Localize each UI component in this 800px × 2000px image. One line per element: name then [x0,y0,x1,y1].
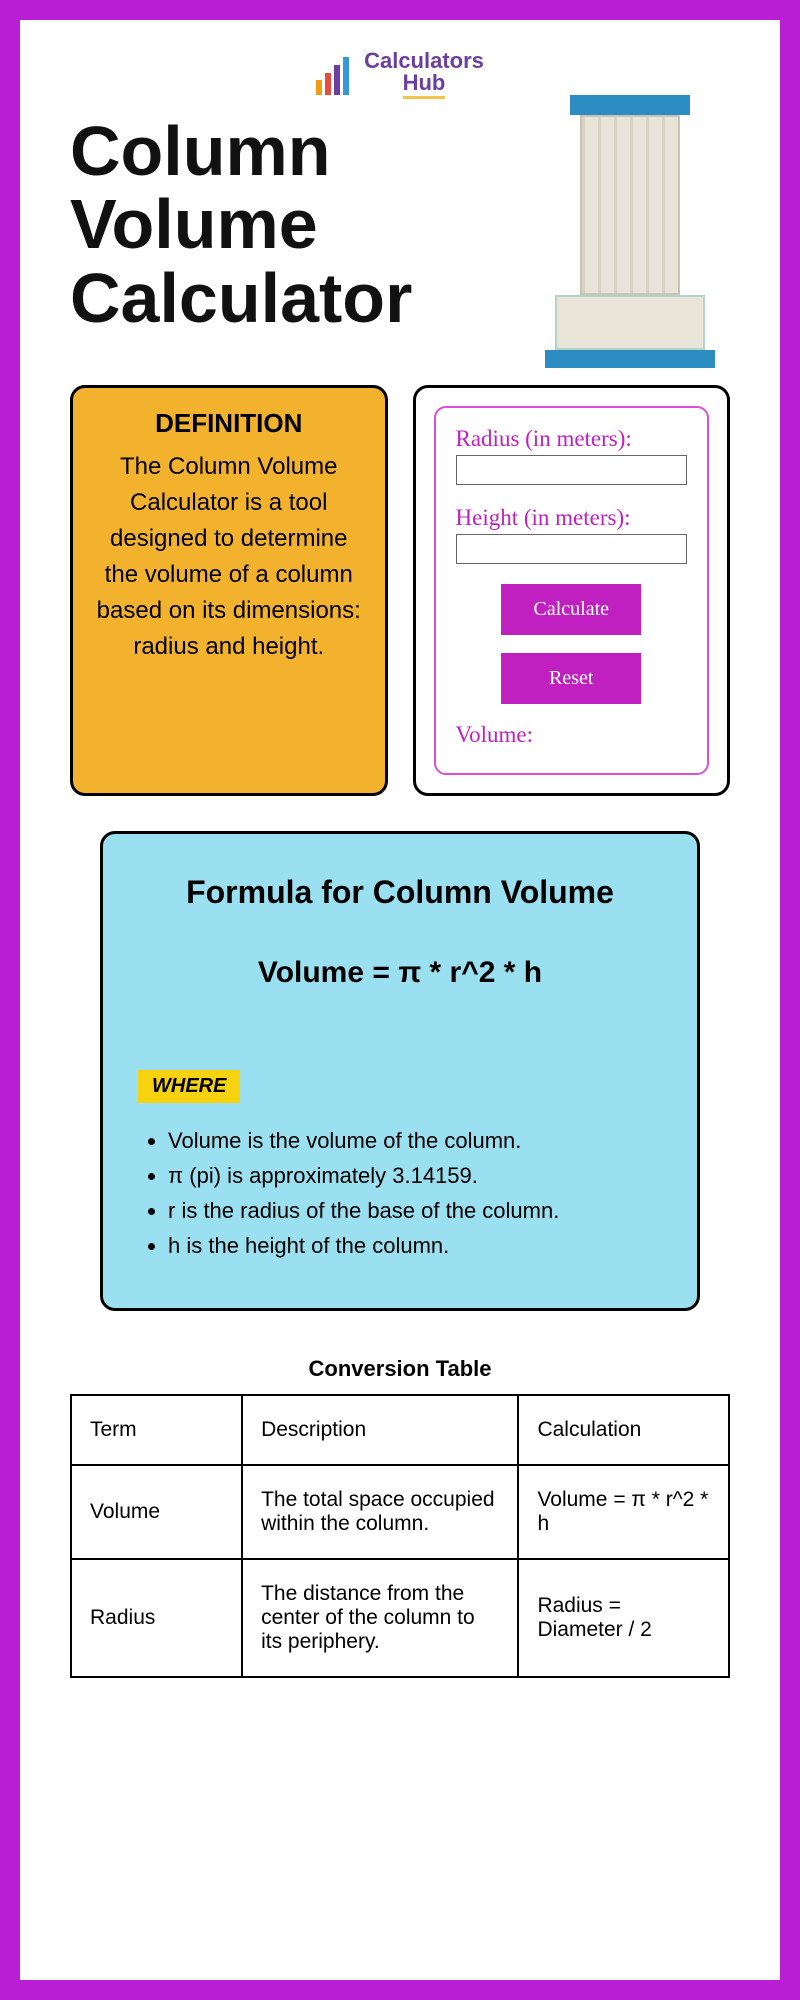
table-header-cell: Term [71,1395,242,1465]
definition-heading: DEFINITION [91,408,367,439]
list-item: r is the radius of the base of the colum… [168,1193,662,1228]
volume-output-label: Volume: [456,722,688,748]
calculate-button[interactable]: Calculate [501,584,641,635]
where-tag: WHERE [138,1070,240,1103]
calculator-card: Radius (in meters): Height (in meters): … [413,385,731,796]
logo-text: CalculatorsHub [364,50,484,99]
column-illustration [530,95,730,375]
table-header-cell: Calculation [518,1395,729,1465]
logo: CalculatorsHub [70,50,730,100]
table-cell: Radius = Diameter / 2 [518,1559,729,1677]
formula-equation: Volume = π * r^2 * h [138,956,662,990]
table-cell: Radius [71,1559,242,1677]
formula-heading: Formula for Column Volume [138,874,662,911]
table-cell: The distance from the center of the colu… [242,1559,518,1677]
radius-label: Radius (in meters): [456,426,688,452]
reset-button[interactable]: Reset [501,653,641,704]
definition-text: The Column Volume Calculator is a tool d… [91,449,367,665]
table-cell: Volume = π * r^2 * h [518,1465,729,1559]
table-cell: Volume [71,1465,242,1559]
conversion-table: Term Description Calculation Volume The … [70,1394,730,1678]
table-row: Volume The total space occupied within t… [71,1465,729,1559]
table-cell: The total space occupied within the colu… [242,1465,518,1559]
table-header-cell: Description [242,1395,518,1465]
table-title: Conversion Table [70,1356,730,1382]
height-input[interactable] [456,534,688,564]
list-item: h is the height of the column. [168,1228,662,1263]
formula-card: Formula for Column Volume Volume = π * r… [100,831,700,1312]
logo-icon [316,55,356,95]
page-title: Column Volume Calculator [70,115,500,336]
height-label: Height (in meters): [456,505,688,531]
table-row: Term Description Calculation [71,1395,729,1465]
definition-card: DEFINITION The Column Volume Calculator … [70,385,388,796]
list-item: π (pi) is approximately 3.14159. [168,1158,662,1193]
list-item: Volume is the volume of the column. [168,1123,662,1158]
radius-input[interactable] [456,455,688,485]
formula-variable-list: Volume is the volume of the column. π (p… [138,1123,662,1264]
table-row: Radius The distance from the center of t… [71,1559,729,1677]
